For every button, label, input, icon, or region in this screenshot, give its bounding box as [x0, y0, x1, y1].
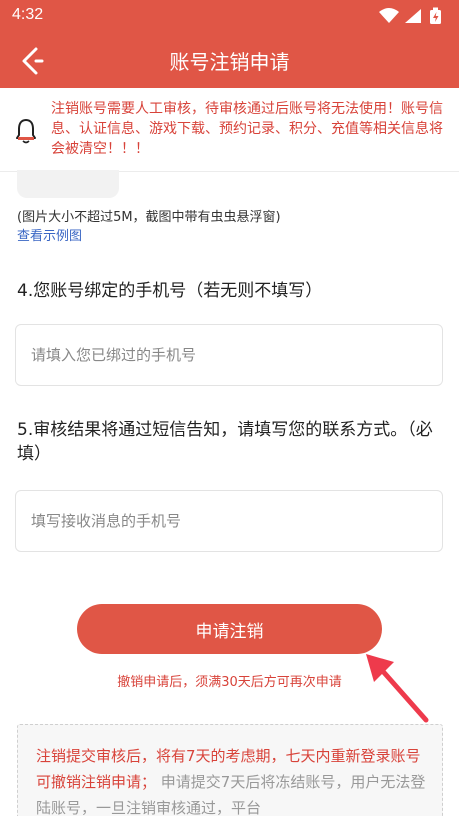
- app-bar: 账号注销申请: [0, 32, 459, 88]
- signal-icon: [405, 9, 421, 23]
- upload-hint: (图片大小不超过5M，截图中带有虫虫悬浮窗): [17, 210, 281, 225]
- warning-text: 注销账号需要人工审核，待审核通过后账号将无法使用！账号信息、认证信息、游戏下载、…: [51, 101, 443, 157]
- battery-icon: [430, 7, 441, 24]
- warning-notice: 注销账号需要人工审核，待审核通过后账号将无法使用！账号信息、认证信息、游戏下载、…: [0, 88, 459, 172]
- bound-phone-input[interactable]: [16, 325, 442, 385]
- page-title: 账号注销申请: [169, 50, 290, 74]
- status-bar: 4:32: [0, 0, 459, 32]
- view-example-link[interactable]: 查看示例图: [17, 225, 82, 244]
- contact-phone-field: [15, 490, 443, 552]
- status-time: 4:32: [12, 6, 44, 23]
- screenshot-upload-slot[interactable]: [17, 170, 119, 198]
- phone-question-label: 4.您账号绑定的手机号（若无则不填写）: [17, 281, 323, 301]
- contact-question-label: 5.审核结果将通过短信告知，请填写您的联系方式。（必填）: [17, 420, 433, 464]
- status-icons: [379, 7, 441, 24]
- contact-phone-input[interactable]: [16, 491, 442, 551]
- reapply-note: 撤销申请后，须满30天后方可再次申请: [117, 675, 342, 690]
- bound-phone-field: [15, 324, 443, 386]
- bell-icon: [16, 119, 36, 144]
- info-text: 注销提交审核后，将有7天的考虑期，七天内重新登录账号可撤销注销申请； 申请提交7…: [36, 743, 432, 816]
- wifi-icon: [379, 8, 399, 23]
- cooling-period-info: 注销提交审核后，将有7天的考虑期，七天内重新登录账号可撤销注销申请； 申请提交7…: [17, 724, 443, 816]
- apply-deregister-button[interactable]: 申请注销: [77, 604, 382, 654]
